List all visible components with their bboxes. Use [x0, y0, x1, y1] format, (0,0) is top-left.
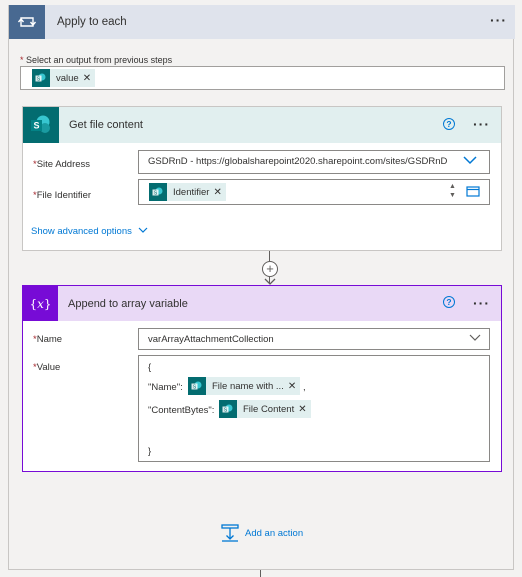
connector-line: [260, 570, 261, 577]
remove-token-icon[interactable]: ✕: [213, 187, 225, 198]
chevron-down-icon[interactable]: [469, 334, 481, 345]
remove-token-icon[interactable]: ✕: [83, 73, 95, 84]
json-name-key: "Name":: [148, 382, 183, 393]
value-label: *Value: [33, 362, 61, 373]
json-open-brace: {: [148, 362, 152, 373]
get-file-content-header[interactable]: S Get file content: [23, 107, 501, 143]
append-to-array-card: {x} Append to array variable ? ··· *Name…: [22, 285, 502, 472]
sharepoint-icon: S: [32, 69, 50, 87]
show-advanced-options-link[interactable]: Show advanced options: [31, 226, 148, 237]
get-file-content-card: S Get file content ? ··· *Site Address G…: [22, 106, 502, 251]
sharepoint-icon: S: [219, 400, 237, 418]
folder-icon[interactable]: [466, 185, 480, 200]
help-icon[interactable]: ?: [443, 118, 455, 130]
apply-to-each-title: Apply to each: [57, 16, 127, 28]
name-label: *Name: [33, 334, 63, 345]
select-output-field[interactable]: S value ✕: [20, 66, 505, 90]
file-name-token[interactable]: S File name with ... ✕: [188, 377, 301, 395]
select-output-label: * Select an output from previous steps: [20, 55, 173, 65]
chevron-down-icon[interactable]: [463, 155, 477, 168]
help-icon[interactable]: ?: [443, 296, 455, 308]
value-token[interactable]: S value ✕: [32, 69, 96, 87]
file-content-token[interactable]: S File Content ✕: [219, 400, 311, 418]
insert-step-icon[interactable]: +: [262, 261, 278, 277]
sharepoint-icon: S: [23, 107, 59, 143]
json-comma: ,: [303, 382, 306, 393]
sharepoint-icon: S: [149, 183, 167, 201]
file-identifier-label: *File Identifier: [33, 190, 92, 201]
svg-text:S: S: [33, 121, 39, 131]
add-action-icon: [221, 524, 239, 542]
card-title: Get file content: [69, 119, 143, 131]
add-action-label: Add an action: [245, 527, 304, 539]
card-title: Append to array variable: [68, 297, 188, 310]
apply-to-each-card: Apply to each ··· * Select an output fro…: [8, 5, 515, 570]
token-label: Identifier: [173, 186, 210, 198]
append-header[interactable]: {x} Append to array variable: [23, 286, 501, 321]
swap-icon[interactable]: ▲ ▼: [449, 182, 456, 200]
json-close-brace: }: [148, 446, 152, 457]
site-address-dropdown[interactable]: GSDRnD - https://globalsharepoint2020.sh…: [138, 150, 490, 174]
add-action-button[interactable]: Add an action: [221, 524, 303, 542]
more-icon[interactable]: ···: [473, 117, 490, 131]
token-label: File Content: [243, 403, 295, 415]
loop-icon: [9, 5, 45, 39]
remove-token-icon[interactable]: ✕: [298, 404, 310, 415]
value-editor[interactable]: { "Name": S File name with ... ✕ , "Cont…: [138, 355, 490, 462]
more-icon[interactable]: ···: [473, 296, 490, 310]
more-icon[interactable]: ···: [490, 13, 507, 27]
remove-token-icon[interactable]: ✕: [288, 381, 300, 392]
sharepoint-icon: S: [188, 377, 206, 395]
apply-to-each-header[interactable]: Apply to each: [9, 5, 515, 39]
file-identifier-field[interactable]: S Identifier ✕ ▲ ▼: [138, 179, 490, 205]
token-label: File name with ...: [212, 380, 284, 392]
json-content-key: "ContentBytes":: [148, 405, 215, 416]
identifier-token[interactable]: S Identifier ✕: [149, 183, 226, 201]
variable-name-dropdown[interactable]: varArrayAttachmentCollection: [138, 328, 490, 350]
variable-icon: {x}: [23, 286, 58, 321]
site-address-value: GSDRnD - https://globalsharepoint2020.sh…: [148, 156, 448, 167]
token-label: value: [56, 72, 79, 84]
site-address-label: *Site Address: [33, 159, 91, 170]
variable-name-value: varArrayAttachmentCollection: [148, 334, 274, 345]
connector-line: [269, 251, 270, 261]
